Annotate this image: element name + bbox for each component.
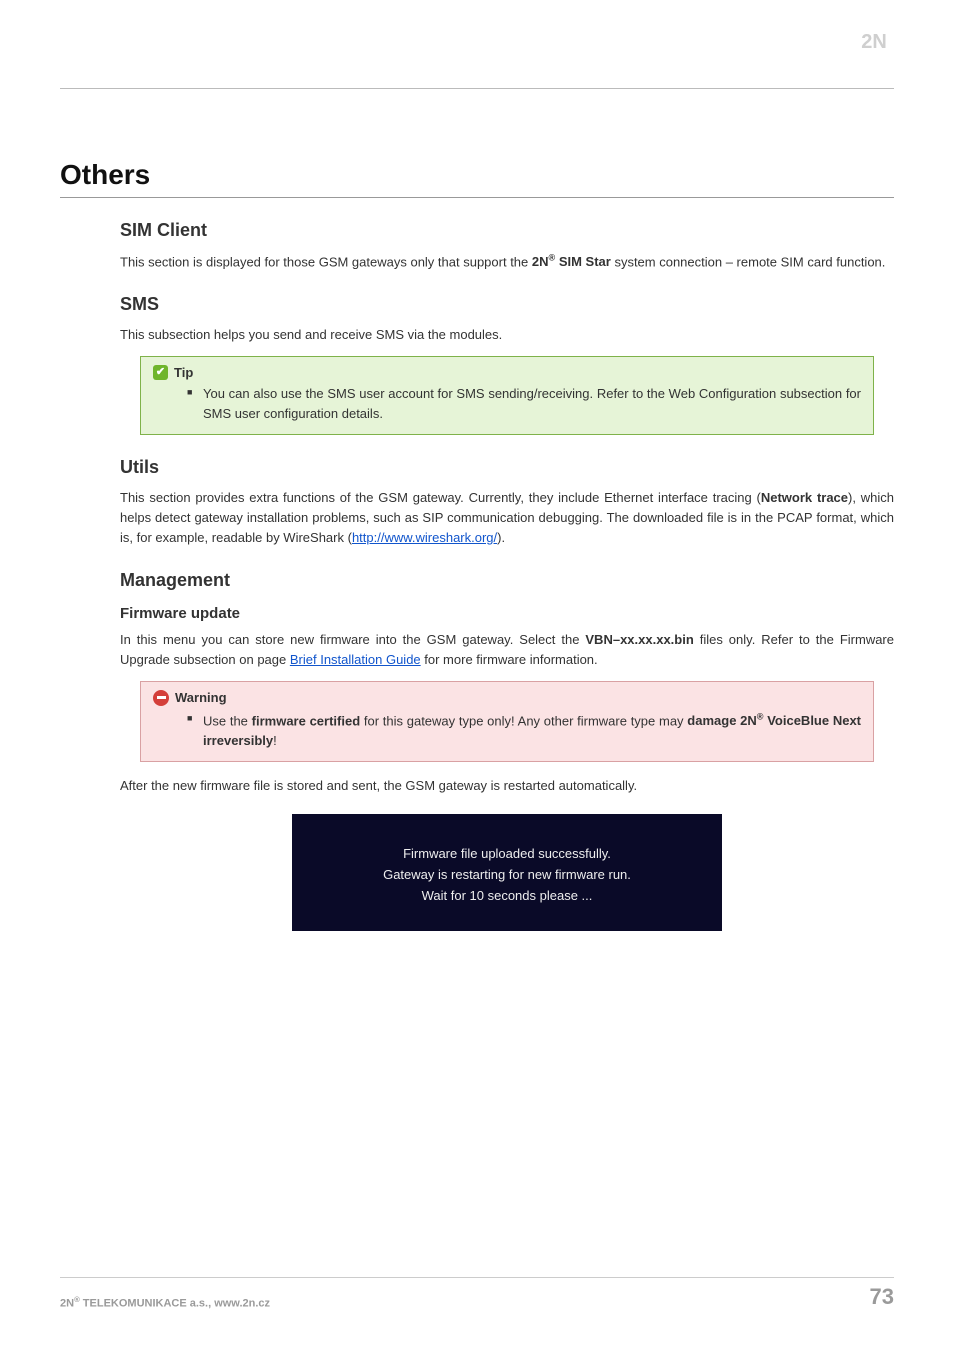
firmware-update-heading: Firmware update (120, 605, 894, 622)
warning-text: Use the firmware certified for this gate… (187, 710, 861, 752)
sms-paragraph: This subsection helps you send and recei… (120, 325, 894, 345)
warning-label: Warning (175, 690, 227, 705)
text: firmware certified (252, 713, 361, 728)
check-icon: ✔ (153, 365, 168, 380)
tip-label: Tip (174, 365, 193, 380)
text: ! (273, 733, 277, 748)
text: ). (497, 530, 505, 545)
text: for this gateway type only! Any other fi… (360, 713, 687, 728)
page-number: 73 (870, 1284, 894, 1310)
page-footer: 2N® TELEKOMUNIKACE a.s., www.2n.cz 73 (60, 1277, 894, 1310)
tip-text: You can also use the SMS user account fo… (187, 384, 861, 424)
text: This section is displayed for those GSM … (120, 254, 532, 269)
text: This section provides extra functions of… (120, 490, 761, 505)
text: VBN–xx.xx.xx.bin (585, 632, 693, 647)
tip-title: ✔ Tip (153, 365, 861, 380)
wireshark-link[interactable]: http://www.wireshark.org/ (352, 530, 497, 545)
text: TELEKOMUNIKACE a.s., www.2n.cz (80, 1298, 270, 1310)
text: Network trace (761, 490, 848, 505)
footer-company: 2N® TELEKOMUNIKACE a.s., www.2n.cz (60, 1295, 270, 1310)
svg-text:2N: 2N (861, 31, 887, 53)
status-line-1: Firmware file uploaded successfully. (302, 846, 712, 861)
firmware-update-paragraph: In this menu you can store new firmware … (120, 630, 894, 670)
sms-heading: SMS (120, 294, 894, 315)
text: 2N (60, 1298, 74, 1310)
page-title: Others (60, 159, 894, 198)
text: 2N (532, 254, 549, 269)
management-heading: Management (120, 570, 894, 591)
status-line-3: Wait for 10 seconds please ... (302, 888, 712, 903)
sim-client-paragraph: This section is displayed for those GSM … (120, 251, 894, 272)
firmware-status-panel: Firmware file uploaded successfully. Gat… (292, 814, 722, 931)
after-firmware-paragraph: After the new firmware file is stored an… (120, 776, 894, 796)
text: damage 2N (687, 713, 756, 728)
text: SIM Star (555, 254, 611, 269)
status-line-2: Gateway is restarting for new firmware r… (302, 867, 712, 882)
tip-callout: ✔ Tip You can also use the SMS user acco… (140, 356, 874, 435)
text: for more firmware information. (421, 652, 598, 667)
brief-installation-guide-link[interactable]: Brief Installation Guide (290, 652, 421, 667)
text: In this menu you can store new firmware … (120, 632, 585, 647)
utils-paragraph: This section provides extra functions of… (120, 488, 894, 548)
header-divider (60, 88, 894, 89)
text: Use the (203, 713, 252, 728)
utils-heading: Utils (120, 457, 894, 478)
brand-logo: 2N (854, 28, 894, 61)
sim-client-heading: SIM Client (120, 220, 894, 241)
text: system connection – remote SIM card func… (611, 254, 886, 269)
minus-circle-icon (153, 690, 169, 706)
warning-title: Warning (153, 690, 861, 706)
warning-callout: Warning Use the firmware certified for t… (140, 681, 874, 763)
